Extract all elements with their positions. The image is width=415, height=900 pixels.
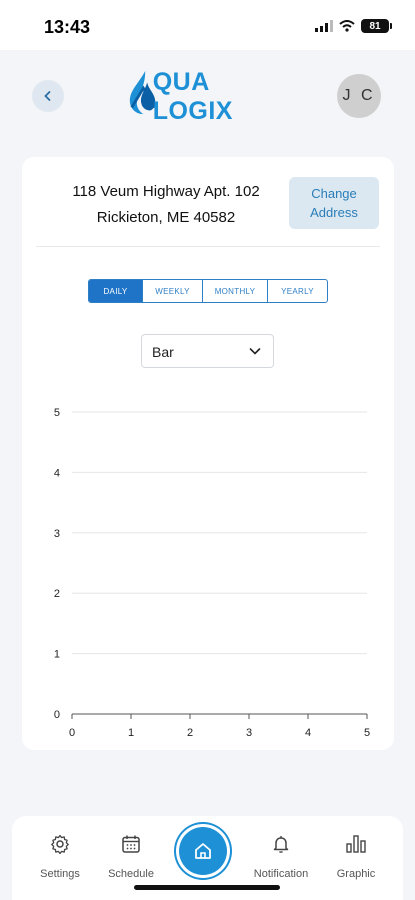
nav-settings-label: Settings [40,868,80,880]
y-tick-label-1: 1 [54,649,60,661]
tab-yearly[interactable]: YEARLY [268,280,327,302]
battery-icon: 81 [361,19,392,33]
period-tabs: DAILY WEEKLY MONTHLY YEARLY [88,279,328,303]
change-address-label-2: Address [310,205,358,220]
nav-settings[interactable]: Settings [25,832,95,880]
tab-monthly[interactable]: MONTHLY [203,280,268,302]
y-tick-label-2: 2 [54,588,60,600]
divider [36,246,380,247]
x-tick-label-2: 2 [187,727,193,739]
nav-schedule[interactable]: Schedule [96,832,166,880]
tab-daily[interactable]: DAILY [89,280,143,302]
x-tick-label-5: 5 [364,727,370,739]
home-icon [195,843,211,859]
gear-icon [51,834,69,854]
avatar-initials: J C [342,87,376,104]
address: 118 Veum Highway Apt. 102 Rickieton, ME … [62,179,270,231]
change-address-button[interactable]: Change Address [289,177,379,229]
y-tick-label-4: 4 [54,467,60,479]
chart-type-value: Bar [152,344,174,360]
signal-icon [315,20,333,32]
x-tick-label-0: 0 [69,727,75,739]
chart-type-select[interactable]: Bar [141,334,274,368]
status-bar: 13:43 81 [0,0,415,50]
header: QUA LOGIX J C [0,50,415,150]
change-address-label-1: Change [311,186,357,201]
nav-graphic[interactable]: Graphic [321,832,391,880]
tab-weekly[interactable]: WEEKLY [143,280,203,302]
chevron-down-icon [249,348,261,355]
bell-icon [273,836,289,853]
status-icons: 81 [315,19,392,33]
address-line-2: Rickieton, ME 40582 [96,209,236,226]
wifi-icon [339,20,355,32]
calendar-icon [122,835,140,853]
nav-notification-label: Notification [253,868,309,880]
nav-graphic-label: Graphic [336,868,376,880]
x-tick-label-1: 1 [128,727,134,739]
back-button[interactable] [32,80,64,112]
nav-schedule-label: Schedule [108,868,154,880]
home-button[interactable] [179,827,227,875]
logo: QUA LOGIX [126,68,291,125]
consumption-chart: 0 1 2 3 4 5 0 1 2 3 4 5 [54,407,370,739]
x-tick-label-3: 3 [246,727,252,739]
logo-text: QUA LOGIX [152,68,233,125]
y-tick-label-5: 5 [54,407,60,419]
x-tick-label-4: 4 [305,727,311,739]
avatar[interactable]: J C [337,74,381,118]
home-indicator [134,885,280,890]
consumption-card: 118 Veum Highway Apt. 102 Rickieton, ME … [22,157,394,750]
y-tick-label-3: 3 [54,528,60,540]
chevron-left-icon [44,91,51,101]
status-time: 13:43 [44,17,91,37]
bar-chart-icon [346,835,366,853]
battery-level: 81 [369,20,381,32]
nav-notification[interactable]: Notification [246,832,316,880]
address-line-1: 118 Veum Highway Apt. 102 [72,183,260,200]
y-tick-label-0: 0 [54,709,60,721]
